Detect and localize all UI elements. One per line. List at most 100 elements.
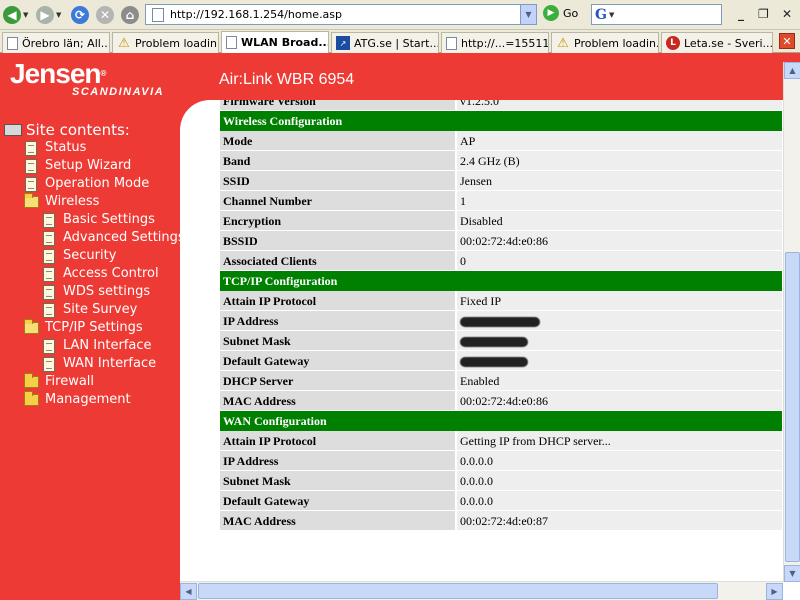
model-title: Air:Link WBR 6954 <box>219 71 355 88</box>
home-button[interactable]: ⌂ <box>121 5 139 25</box>
tab-label: Örebro län; All... <box>22 36 110 50</box>
back-button[interactable]: ◀ ▼ <box>3 5 28 25</box>
chevron-down-icon[interactable]: ▼ <box>23 11 28 19</box>
sidebar-item-basic-settings[interactable]: Basic Settings <box>43 211 155 229</box>
sidebar-item-operation-mode[interactable]: Operation Mode <box>25 175 149 193</box>
horizontal-scroll-thumb[interactable] <box>198 583 718 599</box>
sidebar-item-label: WDS settings <box>63 284 151 299</box>
tab-5[interactable]: http://...=15511 <box>441 32 549 53</box>
document-icon <box>43 302 55 318</box>
refresh-button[interactable]: ⟳ <box>71 5 89 25</box>
table-row: Default Gateway 0.0.0.0 <box>220 491 782 511</box>
row-label: BSSID <box>220 231 457 251</box>
horizontal-scrollbar[interactable]: ◀ ▶ <box>180 581 783 600</box>
scroll-up-button[interactable]: ▲ <box>784 62 800 79</box>
scroll-down-button[interactable]: ▼ <box>784 565 800 582</box>
sidebar-item-tcpip-settings[interactable]: TCP/IP Settings <box>24 319 143 337</box>
folder-icon <box>24 391 39 406</box>
address-dropdown-button[interactable]: ▼ <box>520 5 536 24</box>
close-tab-button[interactable]: ✕ <box>779 33 795 49</box>
row-label: Default Gateway <box>220 491 457 511</box>
sidebar-item-security[interactable]: Security <box>43 247 116 265</box>
content-panel: Firmware Version v1.2.5.0 Wireless Confi… <box>180 100 800 600</box>
row-value: AP <box>457 131 782 151</box>
row-value: 0.0.0.0 <box>457 451 782 471</box>
address-bar[interactable]: http://192.168.1.254/home.asp ▼ <box>145 4 537 25</box>
stop-button[interactable]: ✕ <box>96 5 114 25</box>
row-value-redacted <box>457 351 782 371</box>
sidebar-item-wds-settings[interactable]: WDS settings <box>43 283 150 301</box>
sidebar-item-management[interactable]: Management <box>24 391 131 409</box>
row-label: Attain IP Protocol <box>220 431 457 451</box>
tab-4[interactable]: ↗ ATG.se | Start... <box>331 32 439 53</box>
redaction-scribble <box>460 357 528 368</box>
sidebar-item-firewall[interactable]: Firewall <box>24 373 94 391</box>
warning-icon: ⚠ <box>118 35 130 51</box>
tab-1[interactable]: Örebro län; All... <box>2 32 110 53</box>
row-label: IP Address <box>220 311 457 331</box>
sidebar-item-setup-wizard[interactable]: Setup Wizard <box>25 157 131 175</box>
address-input[interactable]: http://192.168.1.254/home.asp <box>170 8 520 21</box>
sidebar-item-label: Setup Wizard <box>45 158 132 173</box>
row-label: Mode <box>220 131 457 151</box>
sidebar-item-wireless[interactable]: Wireless <box>24 193 99 211</box>
row-value: Fixed IP <box>457 291 782 311</box>
folder-open-icon <box>24 193 39 208</box>
vertical-scroll-thumb[interactable] <box>785 252 800 562</box>
sidebar-item-label: Operation Mode <box>45 176 150 191</box>
table-row: BSSID 00:02:72:4d:e0:86 <box>220 231 782 251</box>
minimize-button[interactable]: _ <box>738 7 744 21</box>
sidebar-item-label: Access Control <box>63 266 159 281</box>
page-icon <box>152 7 164 22</box>
atg-icon: ↗ <box>336 36 350 50</box>
back-arrow-icon: ◀ <box>3 6 21 24</box>
go-button[interactable]: ▶ Go <box>543 5 578 21</box>
sidebar-item-label: Basic Settings <box>63 212 155 227</box>
chevron-down-icon[interactable]: ▼ <box>609 11 614 19</box>
forward-button[interactable]: ▶ ▼ <box>36 5 61 25</box>
row-label: MAC Address <box>220 391 457 411</box>
sidebar-item-lan-interface[interactable]: LAN Interface <box>43 337 152 355</box>
restore-button[interactable]: ❐ <box>758 7 769 21</box>
tab-3[interactable]: WLAN Broad... <box>221 31 329 53</box>
sidebar-item-label: Status <box>45 140 87 155</box>
table-row: Subnet Mask 0.0.0.0 <box>220 471 782 491</box>
search-input[interactable]: G ▼ <box>591 4 722 25</box>
row-value-redacted <box>457 331 782 351</box>
scroll-right-button[interactable]: ▶ <box>766 583 783 600</box>
sidebar-item-access-control[interactable]: Access Control <box>43 265 159 283</box>
table-row: SSID Jensen <box>220 171 782 191</box>
sidebar-item-site-survey[interactable]: Site Survey <box>43 301 137 319</box>
brand-mark: ® <box>100 69 107 78</box>
row-value: Disabled <box>457 211 782 231</box>
document-icon <box>43 230 55 246</box>
document-icon <box>25 158 37 174</box>
document-icon <box>43 356 55 372</box>
tab-2[interactable]: ⚠ Problem loadin... <box>112 32 219 53</box>
tab-6[interactable]: ⚠ Problem loadin... <box>551 32 659 53</box>
vertical-scrollbar[interactable]: ▲ ▼ <box>783 62 800 582</box>
scroll-left-button[interactable]: ◀ <box>180 583 197 600</box>
go-label: Go <box>563 6 579 20</box>
site-contents-label: Site contents: <box>26 121 130 139</box>
sidebar-item-label: LAN Interface <box>63 338 152 353</box>
row-label: IP Address <box>220 451 457 471</box>
sidebar-item-advanced-settings[interactable]: Advanced Settings <box>43 229 185 247</box>
close-window-button[interactable]: ✕ <box>782 7 792 21</box>
sidebar-item-status[interactable]: Status <box>25 139 86 157</box>
table-row: IP Address <box>220 311 782 331</box>
sidebar-item-wan-interface[interactable]: WAN Interface <box>43 355 156 373</box>
tab-7[interactable]: L Leta.se - Sveri... <box>661 32 773 53</box>
tab-label: Problem loadin... <box>135 36 219 50</box>
row-value: Jensen <box>457 171 782 191</box>
table-row: Mode AP <box>220 131 782 151</box>
table-row: Attain IP Protocol Getting IP from DHCP s… <box>220 431 782 451</box>
table-row: Subnet Mask <box>220 331 782 351</box>
chevron-down-icon[interactable]: ▼ <box>56 11 61 19</box>
leta-icon: L <box>666 36 680 50</box>
row-label: Associated Clients <box>220 251 457 271</box>
row-value: v1.2.5.0 <box>457 100 782 111</box>
redaction-scribble <box>460 337 528 348</box>
table-row: DHCP Server Enabled <box>220 371 782 391</box>
brand-sub: SCANDINAVIA <box>72 86 165 98</box>
